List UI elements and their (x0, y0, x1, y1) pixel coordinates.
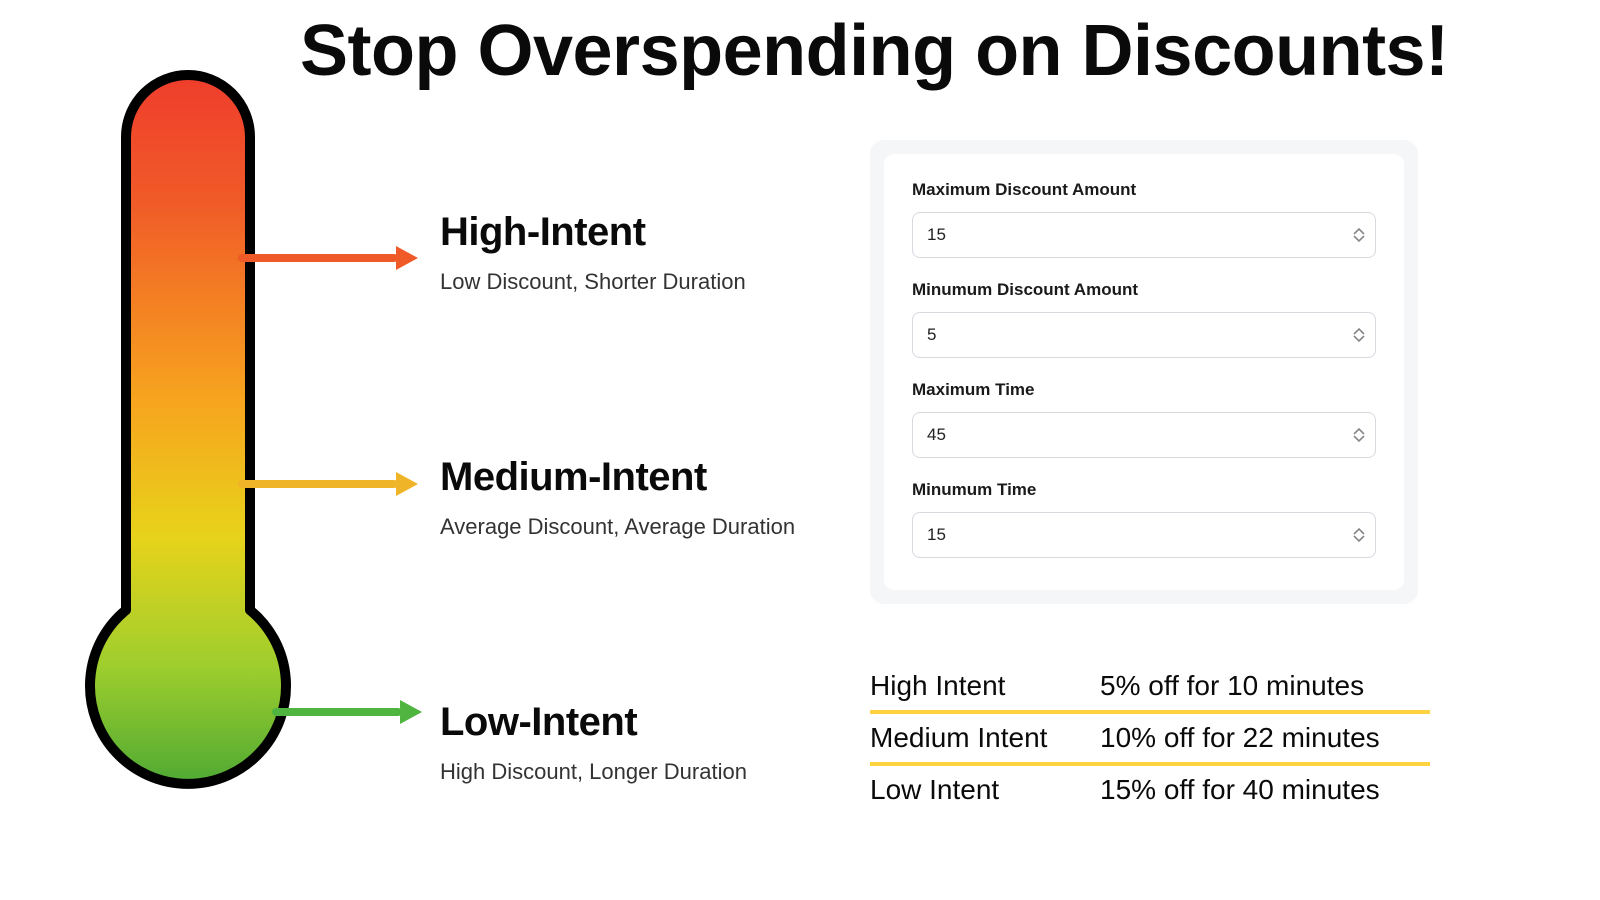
label-medium-intent: Medium-Intent Average Discount, Average … (440, 455, 880, 540)
label-high-intent: High-Intent Low Discount, Shorter Durati… (440, 210, 880, 295)
field-value: 15 (927, 525, 946, 545)
field-label: Minumum Discount Amount (912, 280, 1376, 300)
field-value: 5 (927, 325, 936, 345)
summary-label: High Intent (870, 670, 1100, 702)
field-min-time: Minumum Time 15 (912, 480, 1376, 558)
thermometer-graphic (78, 65, 298, 815)
settings-panel: Maximum Discount Amount 15 Minumum Disco… (870, 140, 1418, 604)
summary-label: Low Intent (870, 774, 1100, 806)
number-input[interactable]: 15 (912, 512, 1376, 558)
number-input[interactable]: 15 (912, 212, 1376, 258)
summary-row: Medium Intent 10% off for 22 minutes (870, 714, 1430, 762)
label-title: Medium-Intent (440, 455, 880, 500)
field-label: Maximum Time (912, 380, 1376, 400)
summary-value: 15% off for 40 minutes (1100, 774, 1430, 806)
summary-row: High Intent 5% off for 10 minutes (870, 662, 1430, 710)
stepper-icon[interactable] (1353, 527, 1365, 543)
page-title: Stop Overspending on Discounts! (300, 10, 1500, 92)
field-max-discount: Maximum Discount Amount 15 (912, 180, 1376, 258)
diagram-root: Stop Overspending on Discounts! (0, 0, 1600, 900)
field-label: Minumum Time (912, 480, 1376, 500)
label-low-intent: Low-Intent High Discount, Longer Duratio… (440, 700, 880, 785)
intent-labels: High-Intent Low Discount, Shorter Durati… (440, 210, 880, 785)
field-value: 45 (927, 425, 946, 445)
number-input[interactable]: 5 (912, 312, 1376, 358)
summary-value: 10% off for 22 minutes (1100, 722, 1430, 754)
settings-card: Maximum Discount Amount 15 Minumum Disco… (884, 154, 1404, 590)
field-min-discount: Minumum Discount Amount 5 (912, 280, 1376, 358)
stepper-icon[interactable] (1353, 427, 1365, 443)
thermometer-icon (78, 65, 298, 815)
summary-label: Medium Intent (870, 722, 1100, 754)
summary-row: Low Intent 15% off for 40 minutes (870, 766, 1430, 814)
label-title: High-Intent (440, 210, 880, 255)
number-input[interactable]: 45 (912, 412, 1376, 458)
label-subtitle: Low Discount, Shorter Duration (440, 269, 880, 295)
field-max-time: Maximum Time 45 (912, 380, 1376, 458)
summary-value: 5% off for 10 minutes (1100, 670, 1430, 702)
label-subtitle: High Discount, Longer Duration (440, 759, 880, 785)
stepper-icon[interactable] (1353, 227, 1365, 243)
field-label: Maximum Discount Amount (912, 180, 1376, 200)
field-value: 15 (927, 225, 946, 245)
summary-table: High Intent 5% off for 10 minutes Medium… (870, 662, 1430, 814)
stepper-icon[interactable] (1353, 327, 1365, 343)
label-subtitle: Average Discount, Average Duration (440, 514, 880, 540)
label-title: Low-Intent (440, 700, 880, 745)
